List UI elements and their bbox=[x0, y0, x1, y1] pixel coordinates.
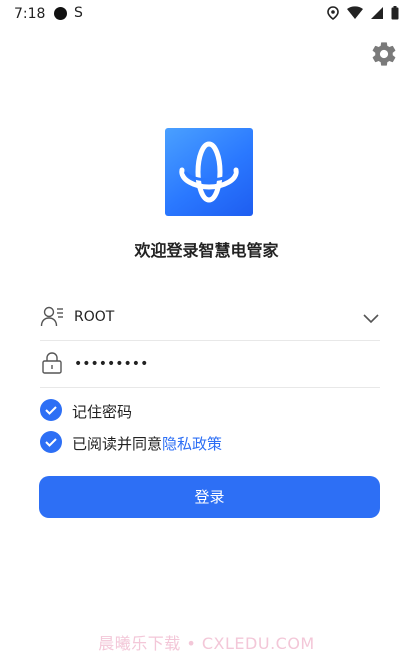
password-field[interactable]: ••••••••• bbox=[40, 343, 380, 388]
username-field[interactable]: ROOT bbox=[40, 296, 380, 341]
wifi-icon bbox=[347, 6, 363, 19]
password-input[interactable]: ••••••••• bbox=[74, 356, 148, 372]
page-title: 欢迎登录智慧电管家 bbox=[134, 241, 279, 260]
status-time: 7:18 bbox=[14, 6, 46, 22]
gear-icon[interactable] bbox=[370, 40, 398, 68]
status-icons bbox=[327, 6, 399, 20]
agree-policy-text: 已阅读并同意 bbox=[72, 435, 163, 453]
lock-icon bbox=[42, 352, 62, 374]
agree-policy-label: 已阅读并同意隐私政策 bbox=[72, 433, 222, 454]
privacy-policy-link[interactable]: 隐私政策 bbox=[162, 435, 222, 453]
app-logo-icon bbox=[165, 128, 253, 216]
location-icon bbox=[327, 6, 339, 20]
chevron-down-icon[interactable] bbox=[362, 309, 380, 327]
status-bar: 7:18 S bbox=[0, 0, 413, 28]
user-icon bbox=[40, 306, 63, 327]
checkmark-icon[interactable] bbox=[40, 399, 62, 421]
remember-password-label: 记住密码 bbox=[72, 403, 133, 421]
signal-icon bbox=[371, 7, 383, 19]
login-button[interactable]: 登录 bbox=[39, 476, 380, 518]
battery-icon bbox=[391, 6, 399, 20]
record-dot-icon bbox=[54, 7, 67, 20]
s-app-icon: S bbox=[74, 5, 83, 21]
checkmark-icon[interactable] bbox=[40, 431, 62, 453]
username-input[interactable]: ROOT bbox=[74, 309, 114, 325]
watermark: 晨曦乐下载 • CXLEDU.COM bbox=[98, 634, 315, 653]
